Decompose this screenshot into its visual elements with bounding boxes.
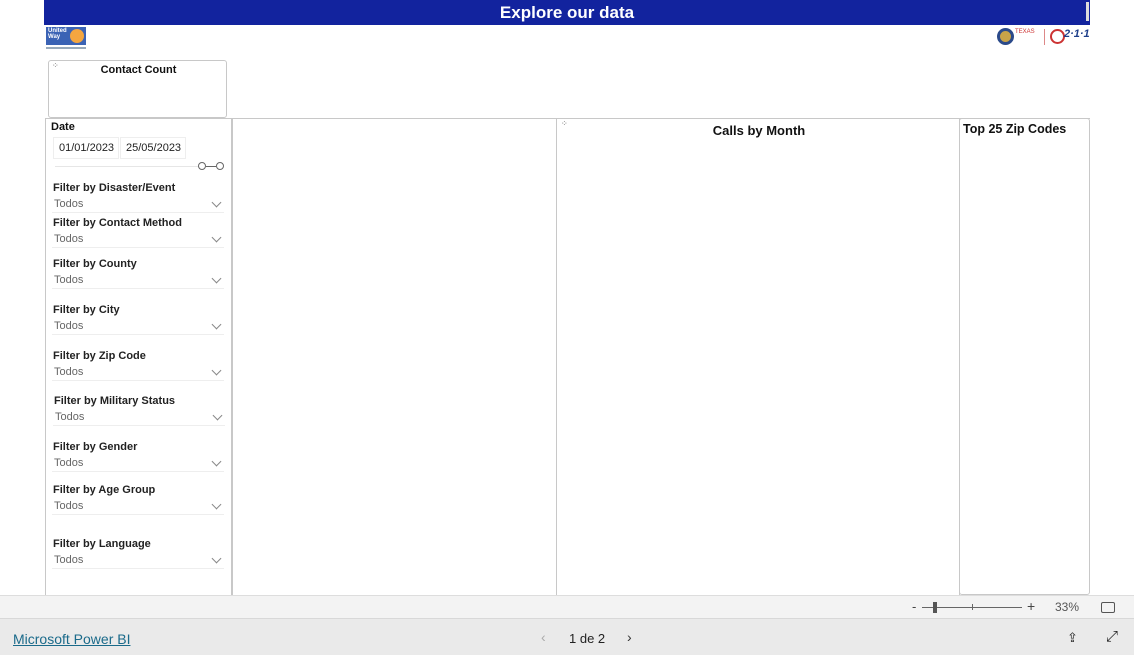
footer: Microsoft Power BI ‹ 1 de 2 › ⇪ ⤢	[0, 618, 1134, 655]
filter-disaster-dropdown[interactable]: Todos	[52, 197, 224, 213]
dropdown-value: Todos	[54, 500, 84, 512]
filter-contact-method-dropdown[interactable]: Todos	[52, 232, 224, 248]
dropdown-value: Todos	[54, 320, 84, 332]
calls-by-month-title: Calls by Month	[712, 123, 806, 138]
date-range-slider[interactable]	[55, 162, 224, 170]
chevron-down-icon	[211, 232, 222, 243]
filter-city-label: Filter by City	[53, 304, 120, 316]
dropdown-value: Todos	[54, 366, 84, 378]
filter-military-dropdown[interactable]: Todos	[53, 410, 225, 426]
top-zip-codes-title: Top 25 Zip Codes	[963, 122, 1067, 136]
share-icon[interactable]: ⇪	[1067, 630, 1078, 646]
chevron-down-icon	[211, 273, 222, 284]
calls-by-month-card[interactable]: ⁘ Calls by Month	[556, 118, 960, 596]
filter-language-label: Filter by Language	[53, 538, 151, 550]
dropdown-value: Todos	[54, 457, 84, 469]
filter-age-dropdown[interactable]: Todos	[52, 499, 224, 515]
chevron-down-icon	[212, 410, 223, 421]
top-zip-codes-card[interactable]: Top 25 Zip Codes	[959, 118, 1090, 595]
chevron-down-icon	[211, 553, 222, 564]
page-banner: Explore our data	[44, 0, 1090, 25]
dropdown-value: Todos	[55, 411, 85, 423]
dropdown-value: Todos	[54, 554, 84, 566]
fit-to-page-icon[interactable]	[1101, 602, 1115, 613]
texas-hhs-logo: TEXAS	[997, 28, 1043, 46]
united-way-logo: United Way	[46, 27, 86, 49]
date-start-input[interactable]: 01/01/2023	[53, 137, 119, 159]
dropdown-value: Todos	[54, 233, 84, 245]
power-bi-link[interactable]: Microsoft Power BI	[13, 631, 130, 647]
filter-county-label: Filter by County	[53, 258, 137, 270]
previous-page-icon[interactable]: ‹	[541, 629, 546, 645]
chevron-down-icon	[211, 197, 222, 208]
zoom-bar: - + 33%	[0, 595, 1134, 618]
filter-zip-dropdown[interactable]: Todos	[52, 365, 224, 381]
zoom-out-button[interactable]: -	[912, 599, 916, 614]
fullscreen-icon[interactable]: ⤢	[1106, 628, 1118, 645]
page-indicator: 1 de 2	[569, 631, 606, 646]
next-page-icon[interactable]: ›	[627, 629, 632, 645]
contact-count-title: Contact Count	[100, 64, 177, 76]
chevron-down-icon	[211, 319, 222, 330]
zoom-level: 33%	[1055, 600, 1080, 614]
filter-city-dropdown[interactable]: Todos	[52, 319, 224, 335]
filter-disaster-label: Filter by Disaster/Event	[53, 182, 176, 194]
dropdown-value: Todos	[54, 198, 84, 210]
date-label: Date	[51, 121, 75, 133]
blank-visual	[232, 118, 557, 596]
zoom-in-button[interactable]: +	[1027, 598, 1035, 614]
chevron-down-icon	[211, 456, 222, 467]
contact-count-card[interactable]: ⁘ Contact Count	[48, 60, 227, 118]
filter-county-dropdown[interactable]: Todos	[52, 273, 224, 289]
chevron-down-icon	[211, 499, 222, 510]
texas-211-logo: 2·1·1	[1050, 28, 1090, 46]
filter-military-label: Filter by Military Status	[54, 395, 176, 407]
scrollbar[interactable]	[1086, 2, 1089, 21]
filter-contact-method-label: Filter by Contact Method	[53, 217, 182, 229]
filter-language-dropdown[interactable]: Todos	[52, 553, 224, 569]
zoom-slider[interactable]	[922, 602, 1022, 613]
filter-age-label: Filter by Age Group	[53, 484, 156, 496]
banner-title: Explore our data	[499, 3, 635, 22]
filter-gender-dropdown[interactable]: Todos	[52, 456, 224, 472]
chevron-down-icon	[211, 365, 222, 376]
dropdown-value: Todos	[54, 274, 84, 286]
filter-gender-label: Filter by Gender	[53, 441, 138, 453]
date-end-input[interactable]: 25/05/2023	[120, 137, 186, 159]
filter-zip-label: Filter by Zip Code	[53, 350, 146, 362]
